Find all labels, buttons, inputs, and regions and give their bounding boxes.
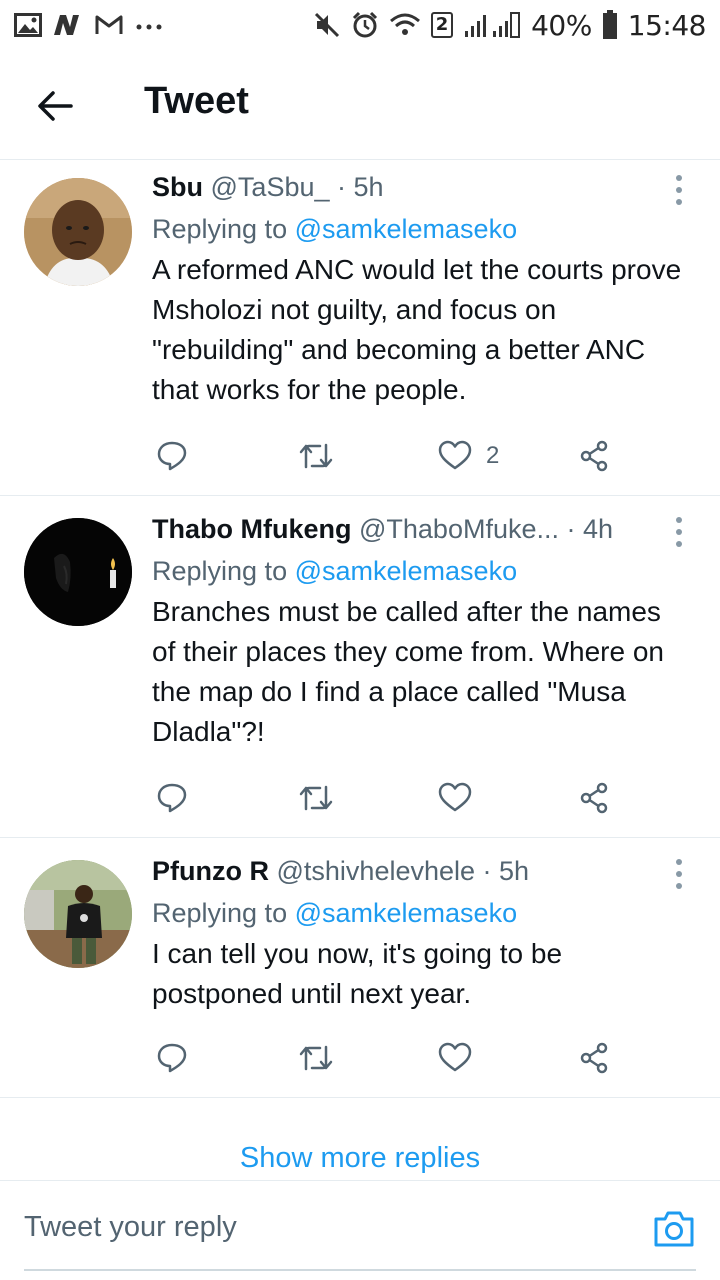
like-icon [438, 1042, 472, 1072]
reply-button[interactable] [156, 778, 188, 818]
share-button[interactable] [578, 778, 610, 818]
tweet-header: Sbu @TaSbu_ · 5h [152, 170, 690, 204]
tweet-actions [152, 1038, 632, 1078]
share-button[interactable] [578, 436, 610, 476]
tweet-text: I can tell you now, it's going to be pos… [152, 938, 563, 1009]
avatar[interactable] [24, 518, 132, 626]
replying-prefix: Replying to [152, 898, 295, 928]
sim-badge: 2 [431, 12, 454, 38]
more-options-button[interactable] [666, 512, 692, 552]
replying-prefix: Replying to [152, 214, 295, 244]
retweet-icon [299, 1045, 333, 1071]
page-title: Tweet [144, 80, 249, 122]
like-button[interactable] [438, 778, 486, 818]
share-icon [580, 440, 608, 472]
like-button[interactable]: 2 [438, 436, 499, 476]
reply-bar [0, 1180, 720, 1280]
tweet-time: · 5h [482, 856, 530, 886]
retweet-button[interactable] [298, 778, 334, 818]
camera-icon [654, 1211, 694, 1247]
tweet-header: Pfunzo R @tshivhelevhele · 5h [152, 854, 690, 888]
user-handle[interactable]: @TaSbu_ [211, 172, 330, 202]
avatar[interactable] [24, 860, 132, 968]
reply-input[interactable] [24, 1211, 604, 1244]
tweet-time: · 4h [566, 514, 614, 544]
battery-icon [602, 10, 618, 40]
status-bar: 2 40% 15:48 [0, 0, 720, 50]
battery-percent: 40% [531, 8, 592, 42]
like-count: 2 [486, 442, 500, 469]
avatar[interactable] [24, 178, 132, 286]
wifi-icon [389, 11, 421, 39]
status-right: 2 40% 15:48 [313, 8, 707, 42]
share-icon [580, 1042, 608, 1074]
tweet-header: Thabo Mfukeng @ThaboMfuke... · 4h [152, 512, 690, 546]
more-options-button[interactable] [666, 170, 692, 210]
user-name[interactable]: Thabo Mfukeng [152, 514, 351, 544]
mention-link[interactable]: @samkelemaseko [295, 214, 518, 244]
replying-to: Replying to @samkelemaseko [152, 896, 690, 930]
news-icon [52, 13, 84, 37]
reply-underline [24, 1269, 696, 1271]
mention-link[interactable]: @samkelemaseko [295, 556, 518, 586]
replying-to: Replying to @samkelemaseko [152, 212, 690, 246]
reply-button[interactable] [156, 1038, 188, 1078]
back-button[interactable] [30, 84, 80, 128]
mute-icon [313, 11, 341, 39]
replying-to: Replying to @samkelemaseko [152, 554, 690, 588]
header: Tweet [0, 50, 720, 160]
like-button[interactable] [438, 1038, 486, 1078]
reply-button[interactable] [156, 436, 188, 476]
share-icon [580, 782, 608, 814]
tweet[interactable]: Sbu @TaSbu_ · 5h Replying to @samkelemas… [0, 160, 720, 496]
tweet[interactable]: Thabo Mfukeng @ThaboMfuke... · 4h Replyi… [0, 496, 720, 838]
mention-link[interactable]: @samkelemaseko [295, 898, 518, 928]
user-name[interactable]: Sbu [152, 172, 203, 202]
reply-icon [157, 441, 187, 471]
tweet-body: Sbu @TaSbu_ · 5h Replying to @samkelemas… [152, 170, 690, 410]
signal-icon [463, 11, 521, 39]
more-dots-icon [134, 13, 164, 37]
gmail-icon [94, 13, 124, 37]
arrow-left-icon [38, 91, 73, 121]
show-more-replies-link[interactable]: Show more replies [0, 1142, 720, 1175]
tweet-body: Thabo Mfukeng @ThaboMfuke... · 4h Replyi… [152, 512, 690, 752]
reply-icon [157, 1043, 187, 1073]
tweet-actions: 2 [152, 436, 632, 476]
user-handle[interactable]: @tshivhelevhele [277, 856, 476, 886]
status-left [14, 13, 164, 37]
clock: 15:48 [627, 8, 707, 42]
tweet-text: A reformed ANC would let the courts prov… [152, 254, 682, 405]
camera-button[interactable] [652, 1209, 696, 1249]
tweet-time: · 5h [337, 172, 384, 202]
retweet-icon [299, 443, 333, 469]
user-name[interactable]: Pfunzo R [152, 856, 269, 886]
tweet[interactable]: Pfunzo R @tshivhelevhele · 5h Replying t… [0, 838, 720, 1098]
retweet-button[interactable] [298, 436, 334, 476]
replying-prefix: Replying to [152, 556, 295, 586]
gallery-icon [14, 13, 42, 37]
tweet-text: Branches must be called after the names … [152, 596, 664, 747]
retweet-icon [299, 785, 333, 811]
reply-icon [157, 783, 187, 813]
like-icon [438, 440, 472, 470]
like-icon [438, 782, 472, 812]
more-options-button[interactable] [666, 854, 692, 894]
alarm-icon [351, 11, 379, 39]
user-handle[interactable]: @ThaboMfuke... [359, 514, 559, 544]
share-button[interactable] [578, 1038, 610, 1078]
retweet-button[interactable] [298, 1038, 334, 1078]
tweet-actions [152, 778, 632, 818]
tweet-body: Pfunzo R @tshivhelevhele · 5h Replying t… [152, 854, 690, 1014]
